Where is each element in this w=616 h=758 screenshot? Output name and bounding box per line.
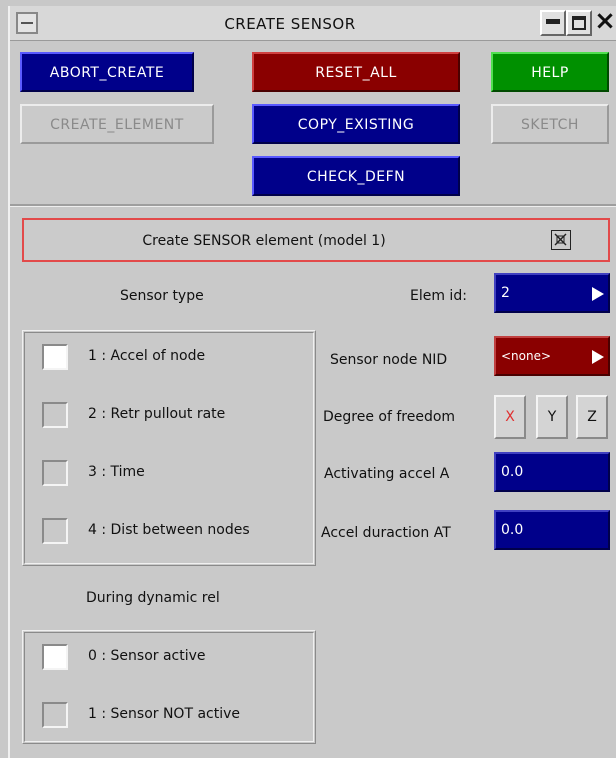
- title-bar: CREATE SENSOR ×: [10, 6, 616, 41]
- accel-a-label: Activating accel A: [324, 466, 450, 482]
- sensor-type-3-label: 3 : Time: [88, 464, 145, 480]
- copy-existing-button[interactable]: COPY_EXISTING: [252, 104, 460, 144]
- dof-z-button[interactable]: Z: [576, 395, 608, 439]
- sensor-node-label: Sensor node NID: [330, 352, 448, 368]
- sketch-button[interactable]: SKETCH: [491, 104, 609, 144]
- elem-id-value: 2: [501, 285, 510, 301]
- sensor-type-4-label: 4 : Dist between nodes: [88, 522, 250, 538]
- divider: [10, 204, 616, 207]
- sensor-type-2-label: 2 : Retr pullout rate: [88, 406, 226, 422]
- dof-y-button[interactable]: Y: [536, 395, 568, 439]
- abort-create-button[interactable]: ABORT_CREATE: [20, 52, 194, 92]
- check-defn-button[interactable]: CHECK_DEFN: [252, 156, 460, 196]
- sensor-node-field[interactable]: <none>: [494, 336, 610, 376]
- reset-all-button[interactable]: RESET_ALL: [252, 52, 460, 92]
- dynamic-rel-label: During dynamic rel: [86, 590, 220, 606]
- sensor-type-4-checkbox[interactable]: [42, 518, 68, 544]
- sensor-type-1-label: 1 : Accel of node: [88, 348, 206, 364]
- accel-a-field[interactable]: 0.0: [494, 452, 610, 492]
- maximize-icon[interactable]: [566, 10, 592, 36]
- create-sensor-header: Create SENSOR element (model 1): [22, 218, 610, 262]
- arrow-right-icon: [592, 350, 604, 364]
- elem-id-field[interactable]: 2: [494, 273, 610, 313]
- sensor-type-1-checkbox[interactable]: [42, 344, 68, 370]
- sensor-active-checkbox[interactable]: [42, 644, 68, 670]
- help-button[interactable]: HELP: [491, 52, 609, 92]
- create-sensor-window: CREATE SENSOR × ABORT_CREATE RESET_ALL H…: [8, 6, 616, 758]
- accel-at-label: Accel duraction AT: [321, 525, 451, 541]
- sensor-type-3-checkbox[interactable]: [42, 460, 68, 486]
- minimize-icon[interactable]: [540, 10, 566, 36]
- sensor-not-active-label: 1 : Sensor NOT active: [88, 706, 241, 722]
- sensor-active-label: 0 : Sensor active: [88, 648, 206, 664]
- create-element-button[interactable]: CREATE_ELEMENT: [20, 104, 214, 144]
- arrow-right-icon: [592, 287, 604, 301]
- accel-at-field[interactable]: 0.0: [494, 510, 610, 550]
- sensor-not-active-checkbox[interactable]: [42, 702, 68, 728]
- close-icon[interactable]: ×: [592, 8, 616, 36]
- exit-icon[interactable]: [551, 230, 571, 250]
- header-text: Create SENSOR element (model 1): [142, 233, 386, 249]
- dof-x-button[interactable]: X: [494, 395, 526, 439]
- dof-label: Degree of freedom: [323, 409, 456, 425]
- elem-id-label: Elem id:: [410, 288, 467, 304]
- sensor-type-2-checkbox[interactable]: [42, 402, 68, 428]
- window-title: CREATE SENSOR: [224, 15, 356, 33]
- sensor-type-label: Sensor type: [120, 288, 204, 304]
- sensor-node-value: <none>: [501, 349, 552, 363]
